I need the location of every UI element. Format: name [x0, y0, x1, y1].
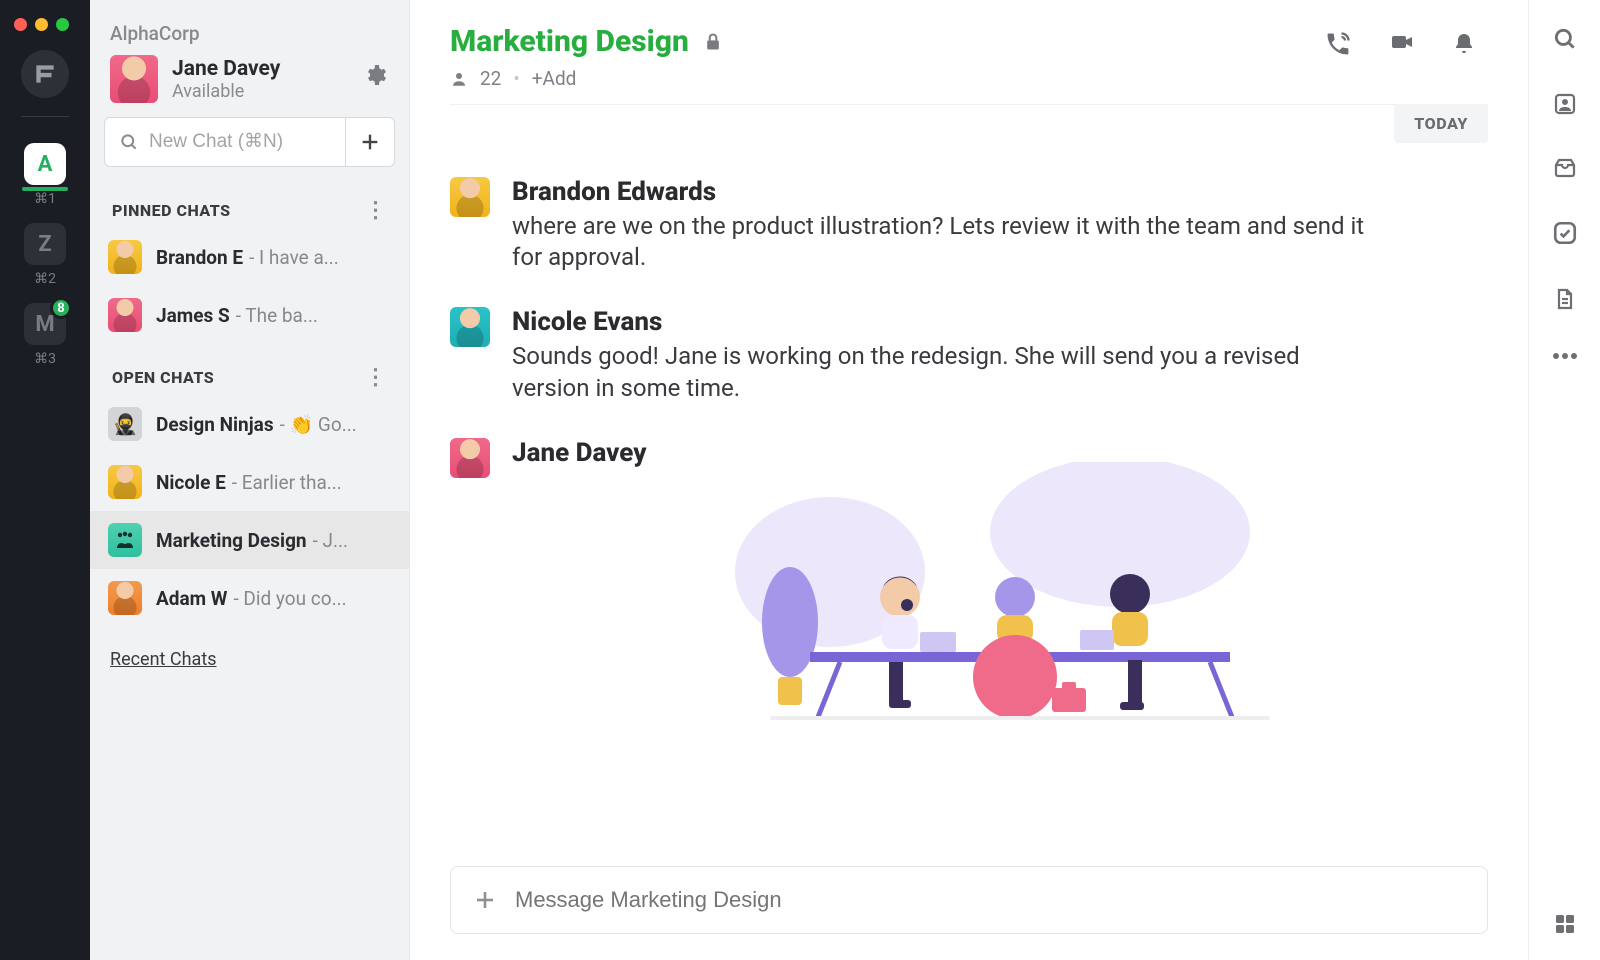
- main-pane: Marketing Design 22 • +Add: [410, 0, 1528, 960]
- chat-item[interactable]: Brandon E - I have a...: [90, 228, 409, 286]
- message: Brandon Edwards where are we on the prod…: [450, 177, 1488, 273]
- chat-preview: - Earlier tha...: [232, 471, 391, 494]
- chat-item[interactable]: James S - The ba...: [90, 286, 409, 344]
- current-user[interactable]: Jane Davey Available: [90, 55, 409, 117]
- bell-icon[interactable]: [1452, 30, 1480, 58]
- current-user-status: Available: [172, 81, 280, 102]
- close-window-button[interactable]: [14, 18, 27, 31]
- search-icon[interactable]: [1552, 26, 1578, 52]
- message-list: Brandon Edwards where are we on the prod…: [450, 143, 1488, 846]
- chat-preview: - 👏 Go...: [280, 413, 391, 436]
- message-sender[interactable]: Nicole Evans: [512, 307, 1488, 337]
- maximize-window-button[interactable]: [56, 18, 69, 31]
- message: Jane Davey: [450, 438, 1488, 742]
- window-controls: [14, 18, 69, 31]
- video-icon[interactable]: [1388, 30, 1416, 58]
- new-chat-button[interactable]: [345, 117, 395, 167]
- message-sender[interactable]: Brandon Edwards: [512, 177, 1488, 207]
- chat-preview: - The ba...: [236, 304, 391, 327]
- chat-item[interactable]: 🥷 Design Ninjas - 👏 Go...: [90, 395, 409, 453]
- avatar: 🥷: [108, 407, 142, 441]
- utility-rail: [1528, 0, 1600, 960]
- chat-item[interactable]: Nicole E - Earlier tha...: [90, 453, 409, 511]
- avatar[interactable]: [450, 438, 490, 478]
- chat-preview: - Did you co...: [233, 587, 391, 610]
- workspace-letter: A: [38, 152, 53, 177]
- message-input[interactable]: [515, 887, 1465, 913]
- new-chat-input[interactable]: [104, 117, 345, 167]
- workspace-tile-m[interactable]: M 8: [24, 303, 66, 345]
- lock-icon: [703, 30, 723, 54]
- member-count[interactable]: 22: [480, 67, 501, 90]
- current-user-name: Jane Davey: [172, 57, 280, 81]
- chat-name: Adam W: [156, 587, 227, 610]
- minimize-window-button[interactable]: [35, 18, 48, 31]
- search-icon: [119, 132, 139, 152]
- attachment-image[interactable]: [700, 462, 1300, 742]
- pinned-section-title: PINNED CHATS: [112, 201, 231, 220]
- channel-title[interactable]: Marketing Design: [450, 24, 689, 59]
- chat-preview: - I have a...: [249, 246, 391, 269]
- avatar: [110, 55, 158, 103]
- apps-grid-icon[interactable]: [1553, 912, 1577, 936]
- document-icon[interactable]: [1553, 286, 1577, 312]
- person-icon: [450, 70, 468, 88]
- app-logo[interactable]: [21, 50, 69, 98]
- contacts-icon[interactable]: [1553, 92, 1577, 116]
- workspace-shortcut: ⌘2: [34, 271, 56, 287]
- avatar: [108, 298, 142, 332]
- chat-item-selected[interactable]: Marketing Design - J...: [90, 511, 409, 569]
- unread-badge: 8: [50, 297, 72, 319]
- add-member-button[interactable]: +Add: [532, 67, 577, 90]
- workspace-shortcut: ⌘3: [34, 351, 56, 367]
- chat-name: Marketing Design: [156, 529, 307, 552]
- avatar: [108, 240, 142, 274]
- chat-name: Brandon E: [156, 246, 243, 269]
- org-name[interactable]: AlphaCorp: [90, 0, 409, 55]
- chat-item[interactable]: Adam W - Did you co...: [90, 569, 409, 627]
- avatar: [108, 581, 142, 615]
- avatar[interactable]: [450, 177, 490, 217]
- message-text: where are we on the product illustration…: [512, 211, 1372, 273]
- inbox-icon[interactable]: [1552, 156, 1578, 180]
- gear-icon[interactable]: [363, 63, 387, 87]
- workspace-letter: Z: [38, 232, 51, 257]
- avatar: [108, 465, 142, 499]
- call-icon[interactable]: [1324, 30, 1352, 58]
- message-text: Sounds good! Jane is working on the rede…: [512, 341, 1372, 403]
- channel-header: Marketing Design 22 • +Add: [450, 24, 1488, 105]
- chat-name: Nicole E: [156, 471, 226, 494]
- workspace-tile-z[interactable]: Z: [24, 223, 66, 265]
- sidebar: AlphaCorp Jane Davey Available PINNED CH…: [90, 0, 410, 960]
- chat-preview: - J...: [313, 529, 391, 552]
- message-composer[interactable]: [450, 866, 1488, 934]
- avatar[interactable]: [450, 307, 490, 347]
- chat-name: Design Ninjas: [156, 413, 274, 436]
- recent-chats-link[interactable]: Recent Chats: [90, 627, 409, 670]
- plus-icon: [359, 131, 381, 153]
- date-separator: TODAY: [1394, 104, 1488, 143]
- plus-icon[interactable]: [473, 888, 497, 912]
- task-check-icon[interactable]: [1552, 220, 1578, 246]
- workspace-tile-a[interactable]: A: [24, 143, 66, 185]
- more-icon[interactable]: [1552, 352, 1578, 360]
- app-rail: A ⌘1 Z ⌘2 M 8 ⌘3: [0, 0, 90, 960]
- workspace-shortcut: ⌘1: [34, 191, 56, 207]
- message: Nicole Evans Sounds good! Jane is workin…: [450, 307, 1488, 403]
- chat-name: James S: [156, 304, 230, 327]
- new-chat-field[interactable]: [149, 131, 331, 153]
- open-section-title: OPEN CHATS: [112, 368, 214, 387]
- avatar: [108, 523, 142, 557]
